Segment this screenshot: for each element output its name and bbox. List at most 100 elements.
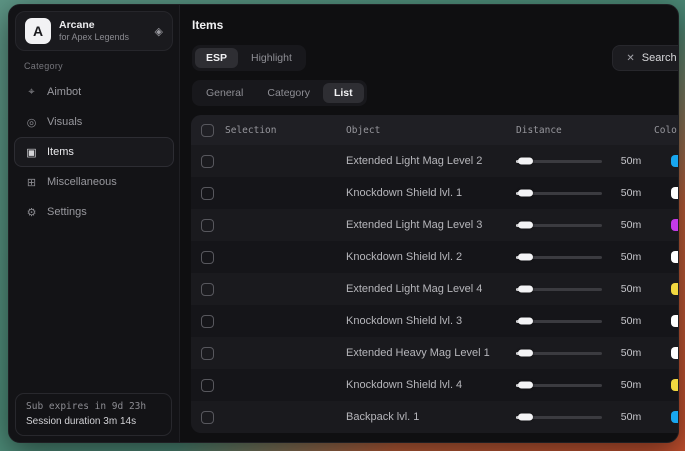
distance-slider-handle[interactable]	[518, 414, 533, 421]
row-checkbox[interactable]	[201, 219, 214, 232]
sidebar-item-miscellaneous[interactable]: ⊞ Miscellaneous	[9, 167, 174, 197]
table-row: Knockdown Shield lvl. 2 50m	[191, 241, 679, 273]
app-logo-card: A Arcane for Apex Legends ◈	[15, 11, 173, 51]
distance-slider-handle[interactable]	[518, 158, 533, 165]
table-row: Backpack lvl. 1 50m	[191, 401, 679, 433]
distance-slider-handle[interactable]	[518, 382, 533, 389]
sidebar-item-items[interactable]: ▣ Items	[14, 137, 174, 167]
distance-slider[interactable]	[516, 160, 602, 163]
items-table: Selection Object Distance Color Extended…	[191, 115, 679, 433]
arcane-overlay-window: A Arcane for Apex Legends ◈ Category ⌖ A…	[8, 4, 679, 443]
sidebar-item-label: Visuals	[47, 116, 82, 128]
row-checkbox[interactable]	[201, 251, 214, 264]
sidebar-nav: ⌖ Aimbot ◎ Visuals ▣ Items ⊞ Miscellaneo…	[9, 77, 179, 227]
distance-value: 50m	[608, 283, 654, 295]
table-row: Knockdown Shield lvl. 1 50m	[191, 177, 679, 209]
distance-slider-handle[interactable]	[518, 222, 533, 229]
grid-icon: ⊞	[25, 176, 38, 189]
sidebar-item-aimbot[interactable]: ⌖ Aimbot	[9, 77, 174, 107]
row-checkbox[interactable]	[201, 411, 214, 424]
color-swatch[interactable]	[671, 315, 679, 327]
color-swatch[interactable]	[671, 347, 679, 359]
row-checkbox[interactable]	[201, 315, 214, 328]
view-row: General Category List	[192, 80, 679, 106]
distance-slider[interactable]	[516, 320, 602, 323]
distance-value: 50m	[608, 155, 654, 167]
sidebar-item-settings[interactable]: ⚙ Settings	[9, 197, 174, 227]
color-swatch[interactable]	[671, 219, 679, 231]
main-panel: Items ESP Highlight ✕ Search General Cat…	[180, 5, 679, 442]
table-header-row: Selection Object Distance Color	[191, 115, 679, 145]
distance-slider[interactable]	[516, 416, 602, 419]
distance-value: 50m	[608, 379, 654, 391]
table-row: Extended Light Mag Level 3 50m	[191, 209, 679, 241]
color-swatch[interactable]	[671, 155, 679, 167]
color-swatch[interactable]	[671, 187, 679, 199]
object-name: Knockdown Shield lvl. 1	[346, 187, 516, 199]
search-button[interactable]: ✕ Search	[612, 45, 679, 71]
distance-slider-handle[interactable]	[518, 350, 533, 357]
sidebar-item-label: Miscellaneous	[47, 176, 117, 188]
emblem-icon[interactable]: ◈	[155, 25, 163, 38]
crosshair-icon: ⌖	[25, 86, 38, 99]
distance-slider-handle[interactable]	[518, 286, 533, 293]
color-swatch[interactable]	[671, 283, 679, 295]
select-all-checkbox[interactable]	[201, 124, 214, 137]
color-swatch[interactable]	[671, 251, 679, 263]
object-name: Extended Light Mag Level 4	[346, 283, 516, 295]
table-row: Knockdown Shield lvl. 3 50m	[191, 305, 679, 337]
distance-value: 50m	[608, 187, 654, 199]
tab-general[interactable]: General	[195, 83, 254, 103]
color-swatch[interactable]	[671, 379, 679, 391]
sidebar-item-label: Items	[47, 146, 74, 158]
distance-slider[interactable]	[516, 288, 602, 291]
distance-slider[interactable]	[516, 224, 602, 227]
distance-slider-handle[interactable]	[518, 318, 533, 325]
column-header-color: Color	[654, 125, 679, 136]
distance-value: 50m	[608, 411, 654, 423]
column-header-selection: Selection	[225, 125, 346, 136]
mode-tab-group: ESP Highlight	[192, 45, 306, 71]
distance-slider[interactable]	[516, 192, 602, 195]
table-row: Extended Light Mag Level 2 50m	[191, 145, 679, 177]
distance-value: 50m	[608, 315, 654, 327]
object-name: Extended Light Mag Level 2	[346, 155, 516, 167]
subscription-status-box: Sub expires in 9d 23h Session duration 3…	[15, 393, 172, 436]
object-name: Extended Light Mag Level 3	[346, 219, 516, 231]
distance-value: 50m	[608, 251, 654, 263]
sidebar-item-label: Aimbot	[47, 86, 81, 98]
distance-slider[interactable]	[516, 256, 602, 259]
color-swatch[interactable]	[671, 411, 679, 423]
row-checkbox[interactable]	[201, 187, 214, 200]
tab-esp[interactable]: ESP	[195, 48, 238, 68]
tab-category[interactable]: Category	[256, 83, 321, 103]
sidebar-item-visuals[interactable]: ◎ Visuals	[9, 107, 174, 137]
distance-value: 50m	[608, 347, 654, 359]
distance-slider[interactable]	[516, 352, 602, 355]
view-tab-group: General Category List	[192, 80, 367, 106]
app-subtitle: for Apex Legends	[59, 32, 129, 43]
row-checkbox[interactable]	[201, 347, 214, 360]
tab-list[interactable]: List	[323, 83, 364, 103]
app-logo: A	[25, 18, 51, 44]
distance-slider-handle[interactable]	[518, 190, 533, 197]
distance-slider-handle[interactable]	[518, 254, 533, 261]
category-section-label: Category	[24, 61, 179, 71]
object-name: Knockdown Shield lvl. 4	[346, 379, 516, 391]
app-title-block: Arcane for Apex Legends	[59, 19, 129, 43]
distance-slider[interactable]	[516, 384, 602, 387]
table-body: Extended Light Mag Level 2 50m Knockdown…	[191, 145, 679, 433]
object-name: Knockdown Shield lvl. 2	[346, 251, 516, 263]
app-title: Arcane	[59, 19, 129, 32]
row-checkbox[interactable]	[201, 379, 214, 392]
column-header-distance: Distance	[516, 125, 608, 136]
gear-icon: ⚙	[25, 206, 38, 219]
eye-icon: ◎	[25, 116, 38, 129]
search-icon: ✕	[626, 53, 634, 64]
search-button-label: Search	[642, 52, 677, 64]
row-checkbox[interactable]	[201, 155, 214, 168]
column-header-object: Object	[346, 125, 516, 136]
row-checkbox[interactable]	[201, 283, 214, 296]
table-row: Knockdown Shield lvl. 4 50m	[191, 369, 679, 401]
tab-highlight[interactable]: Highlight	[240, 48, 303, 68]
